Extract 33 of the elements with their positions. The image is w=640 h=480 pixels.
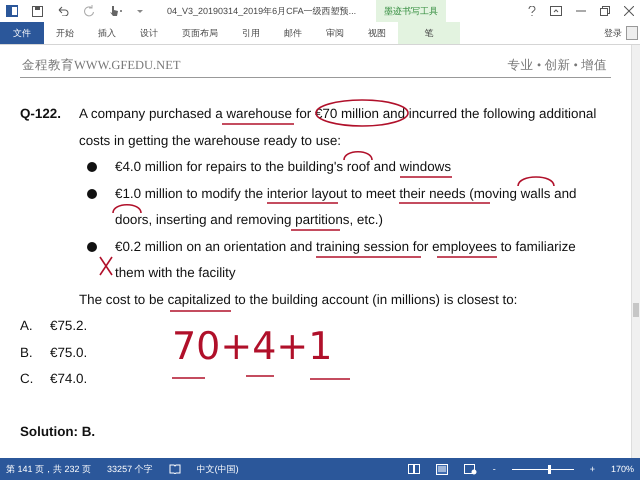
solution-text: Solution: B. [20,423,96,441]
header-brand: 金程教育WWW.GFEDU.NET [22,57,180,74]
zoom-in-button[interactable]: + [590,464,595,474]
context-tab-group: 墨迹书写工具 [376,0,446,22]
language-status[interactable]: 中文(中国) [196,462,239,476]
option-text: €75.2. [50,317,88,335]
question-prompt: The cost to be capitalized to the building account (in millions) is closest to: [79,290,518,309]
ribbon-tab[interactable]: 引用 [230,22,272,44]
ribbon-tab[interactable]: 开始 [44,22,86,44]
bullet-text: €1.0 million to modify the interior layout to meet their needs (moving walls and doors, inserting and removing partitions, etc.) [115,184,578,229]
ribbon-tab[interactable]: 邮件 [272,22,314,44]
bullet-text: €0.2 million on an orientation and training session for employees to familiarize them with the facility [115,238,577,282]
zoom-out-button[interactable]: - [492,464,496,474]
handwritten-sum: 70+4+1 [172,325,332,367]
ribbon-tab[interactable]: 设计 [128,22,170,44]
option-text: €75.0. [50,344,88,362]
file-tab[interactable]: 文件 [0,22,44,44]
question-number: Q-122. [20,105,62,123]
ribbon-tab[interactable]: 视图 [356,22,398,44]
word-count[interactable]: 33257 个字 [107,462,153,476]
option-letter: A. [20,317,34,335]
ribbon-tab[interactable]: 页面布局 [170,22,230,44]
option-text: €74.0. [50,370,88,388]
option-letter: B. [20,344,34,362]
ribbon-tab[interactable]: 插入 [86,22,128,44]
window-title: 04_V3_20190314_2019年6月CFA一级西塑预... [167,4,356,18]
header-slogan: 专业 • 创新 • 增值 [508,57,607,74]
sign-in-link[interactable]: 登录 [604,26,622,40]
page-count[interactable]: 第 141 页，共 232 页 [6,462,92,476]
ribbon-tab[interactable]: 审阅 [314,22,356,44]
option-letter: C. [20,370,34,388]
zoom-percent[interactable]: 170% [610,464,634,474]
bullet-text: €4.0 million for repairs to the building's roof and windows [115,158,452,176]
